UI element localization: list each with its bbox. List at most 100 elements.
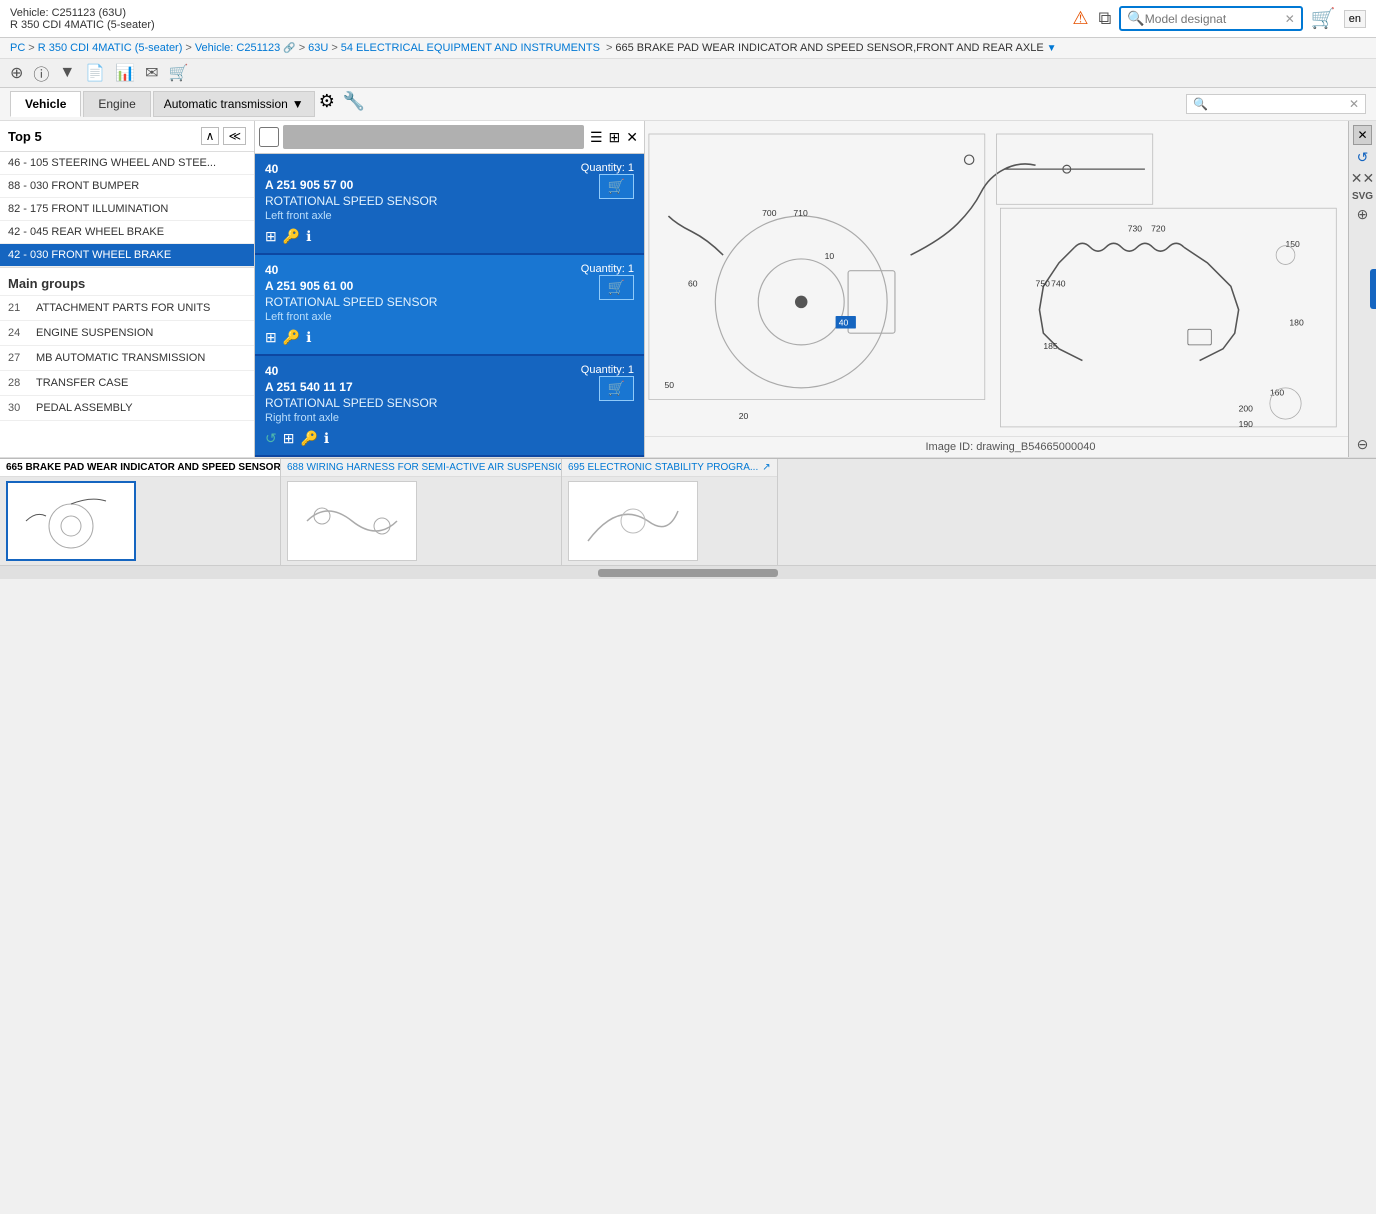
breadcrumb-pc[interactable]: PC xyxy=(10,42,25,54)
left-panel: Top 5 ∧ ≪ 46 - 105 STEERING WHEEL AND ST… xyxy=(0,121,255,457)
breadcrumb-63u[interactable]: 63U xyxy=(308,42,328,54)
parts-select-all[interactable] xyxy=(259,127,279,147)
compare-icon[interactable]: ✕✕ xyxy=(1351,170,1374,187)
image-id-bar: Image ID: drawing_B54665000040 xyxy=(645,436,1376,457)
part-2-desc: ROTATIONAL SPEED SENSOR xyxy=(265,396,437,410)
tabs: Vehicle Engine Automatic transmission ▼ … xyxy=(10,91,369,117)
header-search-input[interactable] xyxy=(1145,12,1285,26)
part-2-cart-btn[interactable]: 🛒 xyxy=(599,376,634,401)
tab-engine[interactable]: Engine xyxy=(83,91,150,117)
copy-icon[interactable]: ⧉ xyxy=(1098,8,1111,29)
zoom-in-diagram-icon[interactable]: ⊕ xyxy=(1357,206,1369,223)
doc-icon[interactable]: 📄 xyxy=(85,63,105,83)
breadcrumb-link-icon: 🔗 xyxy=(283,43,295,54)
parts-list: ☰ ⊞ ✕ 40 A 251 905 57 00 ROTATIONAL SPEE… xyxy=(255,121,645,457)
filter-icon[interactable]: ▼ xyxy=(59,64,75,82)
cart2-icon[interactable]: 🛒 xyxy=(169,63,189,83)
thumb-2-img[interactable] xyxy=(568,481,698,561)
tab-bike-icon[interactable]: 🔧 xyxy=(339,91,369,117)
part-0-expand-icon[interactable]: ⊞ xyxy=(265,228,277,245)
part-item-0: 40 A 251 905 57 00 ROTATIONAL SPEED SENS… xyxy=(255,154,644,255)
part-0-key-icon[interactable]: 🔑 xyxy=(283,228,300,245)
horizontal-scrollbar[interactable] xyxy=(0,565,1376,579)
toolbar-search-input[interactable] xyxy=(1208,98,1349,110)
thumb-2-svg xyxy=(578,491,688,551)
vehicle-title: Vehicle: C251123 (63U) xyxy=(10,7,155,19)
group-item-28[interactable]: 28 TRANSFER CASE xyxy=(0,371,254,396)
part-0-desc: ROTATIONAL SPEED SENSOR xyxy=(265,194,437,208)
part-0-info-icon[interactable]: ℹ xyxy=(306,228,311,245)
part-2-key-icon[interactable]: 🔑 xyxy=(300,430,317,447)
thumb-item-2: 695 ELECTRONIC STABILITY PROGRA... ↗ xyxy=(562,459,778,565)
breadcrumb-model[interactable]: R 350 CDI 4MATIC (5-seater) xyxy=(38,42,183,54)
part-0-pos: 40 xyxy=(265,162,437,176)
svg-icon[interactable]: SVG xyxy=(1352,191,1373,202)
grid-view-icon[interactable]: ⊞ xyxy=(607,127,623,148)
group-item-30[interactable]: 30 PEDAL ASSEMBLY xyxy=(0,396,254,421)
vehicle-info: Vehicle: C251123 (63U) R 350 CDI 4MATIC … xyxy=(10,7,155,31)
tab-vehicle[interactable]: Vehicle xyxy=(10,91,81,117)
lang-selector[interactable]: en xyxy=(1344,10,1366,28)
part-1-info-icon[interactable]: ℹ xyxy=(306,329,311,346)
toolbar-search: 🔍 ✕ xyxy=(1186,94,1366,114)
close-parts-icon[interactable]: ✕ xyxy=(624,127,640,148)
svg-text:10: 10 xyxy=(825,251,835,261)
mail-icon[interactable]: ✉ xyxy=(145,63,158,83)
tab-automatic-transmission[interactable]: Automatic transmission ▼ xyxy=(153,91,315,117)
tab-settings-icon[interactable]: ⚙ xyxy=(315,91,339,117)
top5-minimize-btn[interactable]: ≪ xyxy=(223,127,246,145)
part-item-2: 40 A 251 540 11 17 ROTATIONAL SPEED SENS… xyxy=(255,356,644,457)
part-0-cart-btn[interactable]: 🛒 xyxy=(599,174,634,199)
thumb-2-link-icon[interactable]: ↗ xyxy=(762,462,770,473)
svg-text:180: 180 xyxy=(1289,317,1304,327)
breadcrumb-665[interactable]: 665 BRAKE PAD WEAR INDICATOR AND SPEED S… xyxy=(615,42,1043,54)
part-2-expand-icon[interactable]: ⊞ xyxy=(283,430,295,447)
group-item-21[interactable]: 21 ATTACHMENT PARTS FOR UNITS xyxy=(0,296,254,321)
top5-item-2[interactable]: 82 - 175 FRONT ILLUMINATION xyxy=(0,198,254,221)
chart-icon[interactable]: 📊 xyxy=(115,63,135,83)
thumb-0-label[interactable]: 665 BRAKE PAD WEAR INDICATOR AND SPEED S… xyxy=(0,459,280,477)
warning-icon[interactable]: ⚠ xyxy=(1072,8,1088,29)
zoom-out-diagram-icon[interactable]: ⊖ xyxy=(1357,436,1369,453)
breadcrumb: PC > R 350 CDI 4MATIC (5-seater) > Vehic… xyxy=(0,38,1376,59)
group-item-27[interactable]: 27 MB AUTOMATIC TRANSMISSION xyxy=(0,346,254,371)
cart-icon[interactable]: 🛒 xyxy=(1311,6,1336,31)
scrollbar-thumb[interactable] xyxy=(598,569,778,577)
part-1-expand-icon[interactable]: ⊞ xyxy=(265,329,277,346)
thumb-bar: 665 BRAKE PAD WEAR INDICATOR AND SPEED S… xyxy=(0,458,1376,565)
parts-search-bar[interactable] xyxy=(283,125,584,149)
thumb-0-img[interactable] xyxy=(6,481,136,561)
part-1-cart-btn[interactable]: 🛒 xyxy=(599,275,634,300)
header-search-box: 🔍 ✕ xyxy=(1119,6,1303,31)
thumb-1-img[interactable] xyxy=(287,481,417,561)
top5-header: Top 5 ∧ ≪ xyxy=(0,121,254,152)
part-1-qty-label: Quantity: 1 xyxy=(581,263,634,275)
close-panel-icon[interactable]: ✕ xyxy=(1353,125,1371,145)
zoom-in-icon[interactable]: ⊕ xyxy=(10,63,23,83)
part-1-key-icon[interactable]: 🔑 xyxy=(283,329,300,346)
breadcrumb-vehicle[interactable]: Vehicle: C251123 xyxy=(195,42,280,54)
list-view-icon[interactable]: ☰ xyxy=(588,127,605,148)
parts-scroll: 40 A 251 905 57 00 ROTATIONAL SPEED SENS… xyxy=(255,154,644,457)
thumb-0-svg xyxy=(16,491,126,551)
breadcrumb-dropdown-icon[interactable]: ▼ xyxy=(1047,43,1057,54)
clear-search-icon[interactable]: ✕ xyxy=(1285,12,1295,26)
top5-item-4[interactable]: 42 - 030 FRONT WHEEL BRAKE xyxy=(0,244,254,267)
group-item-24[interactable]: 24 ENGINE SUSPENSION xyxy=(0,321,254,346)
top5-item-3[interactable]: 42 - 045 REAR WHEEL BRAKE xyxy=(0,221,254,244)
top5-item-1[interactable]: 88 - 030 FRONT BUMPER xyxy=(0,175,254,198)
part-2-info-icon[interactable]: ℹ xyxy=(324,430,329,447)
undo-icon[interactable]: ↺ xyxy=(1357,149,1369,166)
breadcrumb-54[interactable]: 54 ELECTRICAL EQUIPMENT AND INSTRUMENTS xyxy=(341,42,600,54)
thumb-1-label[interactable]: 688 WIRING HARNESS FOR SEMI-ACTIVE AIR S… xyxy=(281,459,561,477)
toolbar-search-clear[interactable]: ✕ xyxy=(1349,97,1359,111)
thumb-2-label[interactable]: 695 ELECTRONIC STABILITY PROGRA... ↗ xyxy=(562,459,777,477)
info-icon[interactable]: ⓘ xyxy=(33,61,49,85)
part-2-icons: ↺ ⊞ 🔑 ℹ xyxy=(265,430,634,447)
thumb-item-0: 665 BRAKE PAD WEAR INDICATOR AND SPEED S… xyxy=(0,459,281,565)
diagram-container: 60 700 710 50 10 40 40 20 xyxy=(645,121,1376,436)
top5-collapse-btn[interactable]: ∧ xyxy=(201,127,220,145)
part-2-sub: Right front axle xyxy=(265,412,437,424)
part-2-refresh-icon[interactable]: ↺ xyxy=(265,430,277,447)
top5-item-0[interactable]: 46 - 105 STEERING WHEEL AND STEE... xyxy=(0,152,254,175)
